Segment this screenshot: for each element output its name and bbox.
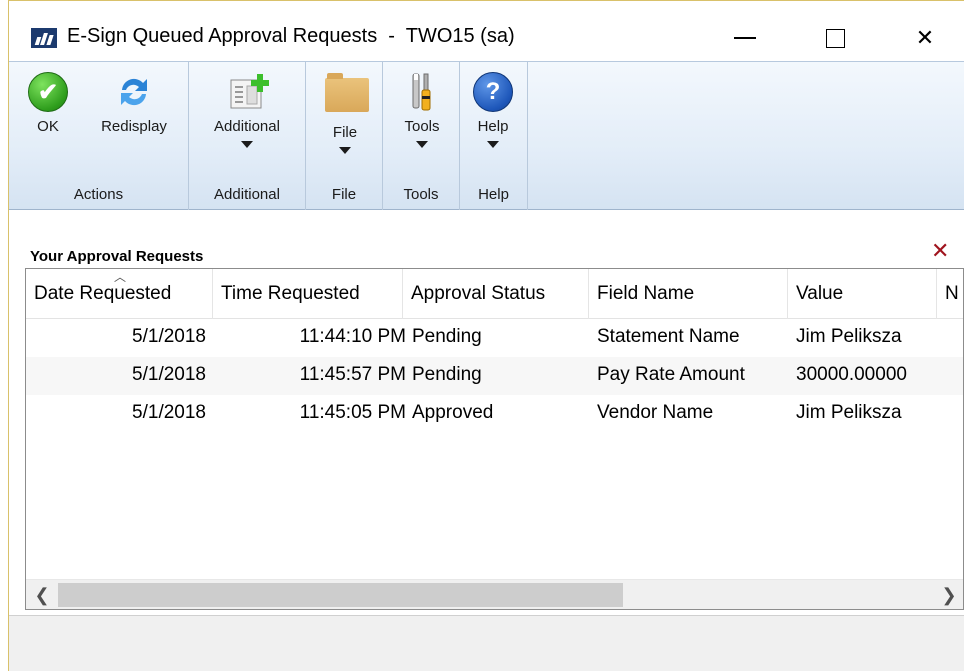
minimize-icon — [734, 37, 756, 39]
additional-button-label: Additional — [214, 118, 280, 135]
column-header-approval-status[interactable]: Approval Status — [403, 269, 589, 319]
refresh-icon — [114, 72, 154, 112]
column-header-field-name[interactable]: Field Name — [589, 269, 788, 319]
column-header-time-requested[interactable]: Time Requested — [213, 269, 403, 319]
cell-time: 11:44:10 PM — [299, 326, 406, 347]
approval-requests-grid: Date Requested ︿ Time Requested Approval… — [25, 268, 964, 610]
section-title: Your Approval Requests — [30, 248, 204, 265]
cell-value: 30000.00000 — [796, 364, 907, 385]
cell-time: 11:45:05 PM — [299, 402, 406, 423]
column-header-label: Date Requested — [34, 283, 172, 304]
chevron-down-icon — [416, 141, 428, 148]
checkmark-icon: ✔ — [28, 72, 68, 112]
column-header-label: Approval Status — [411, 283, 546, 304]
cell-field-name: Statement Name — [597, 326, 740, 347]
cell-value: Jim Peliksza — [796, 326, 902, 347]
title-bar: E-Sign Queued Approval Requests - TWO15 … — [9, 1, 964, 61]
cell-status: Pending — [412, 326, 482, 347]
tools-menu-button[interactable]: Tools — [395, 72, 449, 148]
ribbon-group-file: File File — [306, 62, 383, 211]
chevron-down-icon — [487, 141, 499, 148]
folder-icon-wrap — [325, 73, 369, 118]
main-content: Your Approval Requests ✕ Date Requested … — [9, 210, 964, 671]
cell-status: Pending — [412, 364, 482, 385]
additional-menu-button[interactable]: Additional — [201, 72, 293, 148]
column-header-next[interactable]: N — [937, 269, 963, 319]
app-logo-icon — [31, 28, 57, 48]
redisplay-button-label: Redisplay — [101, 118, 167, 135]
window-title: E-Sign Queued Approval Requests - TWO15 … — [67, 25, 515, 47]
maximize-icon — [825, 28, 845, 48]
cell-date: 5/1/2018 — [132, 326, 206, 347]
grid-header: Date Requested ︿ Time Requested Approval… — [26, 269, 963, 319]
help-button-label: Help — [477, 118, 509, 135]
status-bar — [9, 615, 964, 671]
tools-icon — [402, 72, 442, 112]
close-button[interactable]: ✕ — [895, 15, 955, 61]
ribbon-group-help: ? Help Help — [460, 62, 528, 211]
column-header-value[interactable]: Value — [788, 269, 937, 319]
cell-field-name: Vendor Name — [597, 402, 714, 423]
scrollbar-thumb[interactable] — [58, 583, 623, 607]
group-label-additional: Additional — [214, 186, 280, 203]
group-label-help: Help — [478, 186, 509, 203]
table-row[interactable]: 5/1/2018 11:45:05 PM Approved Vendor Nam… — [26, 395, 963, 433]
sort-ascending-icon: ︿ — [114, 270, 127, 284]
maximize-button[interactable] — [805, 15, 865, 61]
group-label-actions: Actions — [73, 186, 124, 203]
cell-date: 5/1/2018 — [132, 402, 206, 423]
table-row[interactable]: 5/1/2018 11:44:10 PM Pending Statement N… — [26, 319, 963, 357]
ok-button-label: OK — [37, 118, 59, 135]
chevron-down-icon — [339, 147, 351, 154]
close-icon: ✕ — [915, 25, 935, 50]
table-row[interactable]: 5/1/2018 11:45:57 PM Pending Pay Rate Am… — [26, 357, 963, 395]
document-add-icon — [227, 72, 269, 112]
column-header-date-requested[interactable]: Date Requested ︿ — [26, 269, 213, 319]
ok-button[interactable]: ✔ OK — [27, 72, 69, 135]
delete-icon[interactable]: ✕ — [931, 240, 949, 262]
tools-button-label: Tools — [404, 118, 440, 135]
ribbon-toolbar: ✔ OK Redisplay Actions Additional Additi… — [9, 61, 964, 211]
cell-time: 11:45:57 PM — [299, 364, 406, 385]
ribbon-group-actions: ✔ OK Redisplay Actions — [9, 62, 189, 211]
help-icon: ? — [473, 72, 513, 112]
chevron-down-icon — [241, 141, 253, 148]
redisplay-button[interactable]: Redisplay — [91, 72, 177, 135]
cell-date: 5/1/2018 — [132, 364, 206, 385]
column-header-label: Field Name — [597, 283, 695, 304]
cell-value: Jim Peliksza — [796, 402, 902, 423]
ribbon-group-tools: Tools Tools — [383, 62, 460, 211]
ribbon-group-additional: Additional Additional — [189, 62, 306, 211]
column-header-label: Value — [796, 283, 844, 304]
cell-status: Approved — [412, 402, 494, 423]
column-header-label: N — [945, 283, 959, 304]
horizontal-scrollbar[interactable]: ❮ ❯ — [26, 579, 963, 609]
help-menu-button[interactable]: ? Help — [471, 72, 515, 148]
column-header-label: Time Requested — [221, 283, 360, 304]
app-window: E-Sign Queued Approval Requests - TWO15 … — [8, 0, 964, 671]
group-label-file: File — [331, 186, 357, 203]
folder-icon — [325, 73, 369, 112]
cell-field-name: Pay Rate Amount — [597, 364, 745, 385]
minimize-button[interactable] — [715, 15, 775, 61]
scroll-left-button[interactable]: ❮ — [26, 580, 58, 609]
file-menu-button[interactable]: File — [320, 72, 370, 154]
file-button-label: File — [332, 124, 358, 141]
group-label-tools: Tools — [403, 186, 439, 203]
scroll-right-button[interactable]: ❯ — [933, 580, 963, 609]
